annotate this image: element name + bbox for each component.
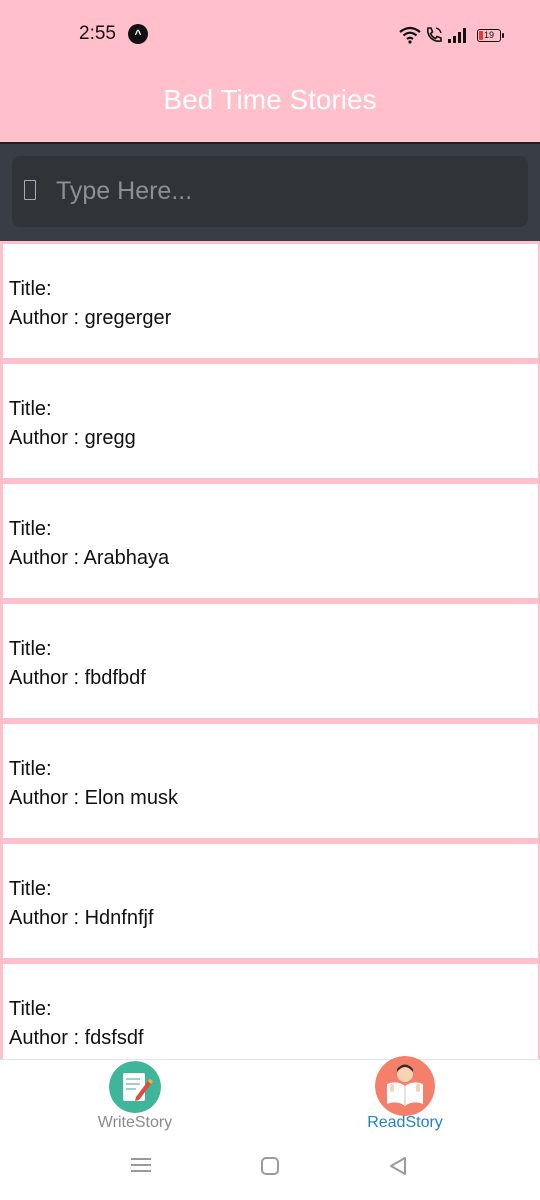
call-icon bbox=[426, 27, 442, 42]
story-card[interactable]: Title: Author : Arabhaya bbox=[3, 484, 538, 598]
story-card[interactable]: Title: Author : fbdfbdf bbox=[3, 604, 538, 718]
tab-label: ReadStory bbox=[367, 1114, 443, 1131]
story-list[interactable]: Title: Author : gregerger Title: Author … bbox=[0, 241, 540, 1059]
story-title: Title: bbox=[9, 278, 52, 300]
search-input[interactable] bbox=[54, 156, 514, 227]
story-title: Title: bbox=[9, 758, 52, 780]
bottom-tab-bar: WriteStory ReadStory bbox=[0, 1056, 540, 1142]
battery-level-text: 19 bbox=[483, 29, 494, 40]
expo-icon: ^ bbox=[128, 24, 148, 44]
search-bar bbox=[0, 142, 540, 241]
story-card[interactable]: Title: Author : Hdnfnfjf bbox=[3, 844, 538, 958]
search-icon bbox=[24, 180, 36, 200]
story-card[interactable]: Title: Author : gregg bbox=[3, 364, 538, 478]
app-header: 2:55 ^ 19 Bed Time Stories bbox=[0, 0, 540, 142]
story-author: Author : gregg bbox=[9, 427, 136, 449]
system-nav-bar bbox=[0, 1141, 540, 1200]
story-author: Author : Elon musk bbox=[9, 787, 178, 809]
story-author: Author : Hdnfnfjf bbox=[9, 907, 154, 929]
tab-write-story[interactable]: WriteStory bbox=[35, 1060, 235, 1142]
search-box bbox=[12, 156, 528, 227]
story-author: Author : fbdfbdf bbox=[9, 667, 146, 689]
story-card[interactable]: Title: Author : fdsfsdf bbox=[3, 964, 538, 1059]
story-author: Author : gregerger bbox=[9, 307, 172, 329]
story-title: Title: bbox=[9, 878, 52, 900]
story-card[interactable]: Title: Author : gregerger bbox=[3, 244, 538, 358]
story-title: Title: bbox=[9, 998, 52, 1020]
status-bar: 2:55 ^ 19 bbox=[0, 0, 540, 68]
home-icon[interactable] bbox=[260, 1156, 280, 1176]
status-icons: 19 bbox=[399, 22, 504, 48]
wifi-icon bbox=[399, 26, 421, 44]
status-time: 2:55 bbox=[79, 23, 116, 44]
read-story-icon bbox=[375, 1056, 435, 1116]
story-card[interactable]: Title: Author : Elon musk bbox=[3, 724, 538, 838]
menu-icon[interactable] bbox=[131, 1156, 151, 1174]
story-title: Title: bbox=[9, 518, 52, 540]
story-author: Author : fdsfsdf bbox=[9, 1027, 144, 1049]
page-title: Bed Time Stories bbox=[163, 84, 377, 115]
battery-icon: 19 bbox=[477, 28, 504, 42]
story-author: Author : Arabhaya bbox=[9, 547, 170, 569]
write-story-icon bbox=[109, 1061, 161, 1113]
back-icon[interactable] bbox=[388, 1156, 408, 1176]
story-title: Title: bbox=[9, 398, 52, 420]
tab-label: WriteStory bbox=[97, 1114, 173, 1131]
signal-icon bbox=[448, 28, 466, 43]
story-title: Title: bbox=[9, 638, 52, 660]
tab-read-story[interactable]: ReadStory bbox=[305, 1056, 505, 1142]
